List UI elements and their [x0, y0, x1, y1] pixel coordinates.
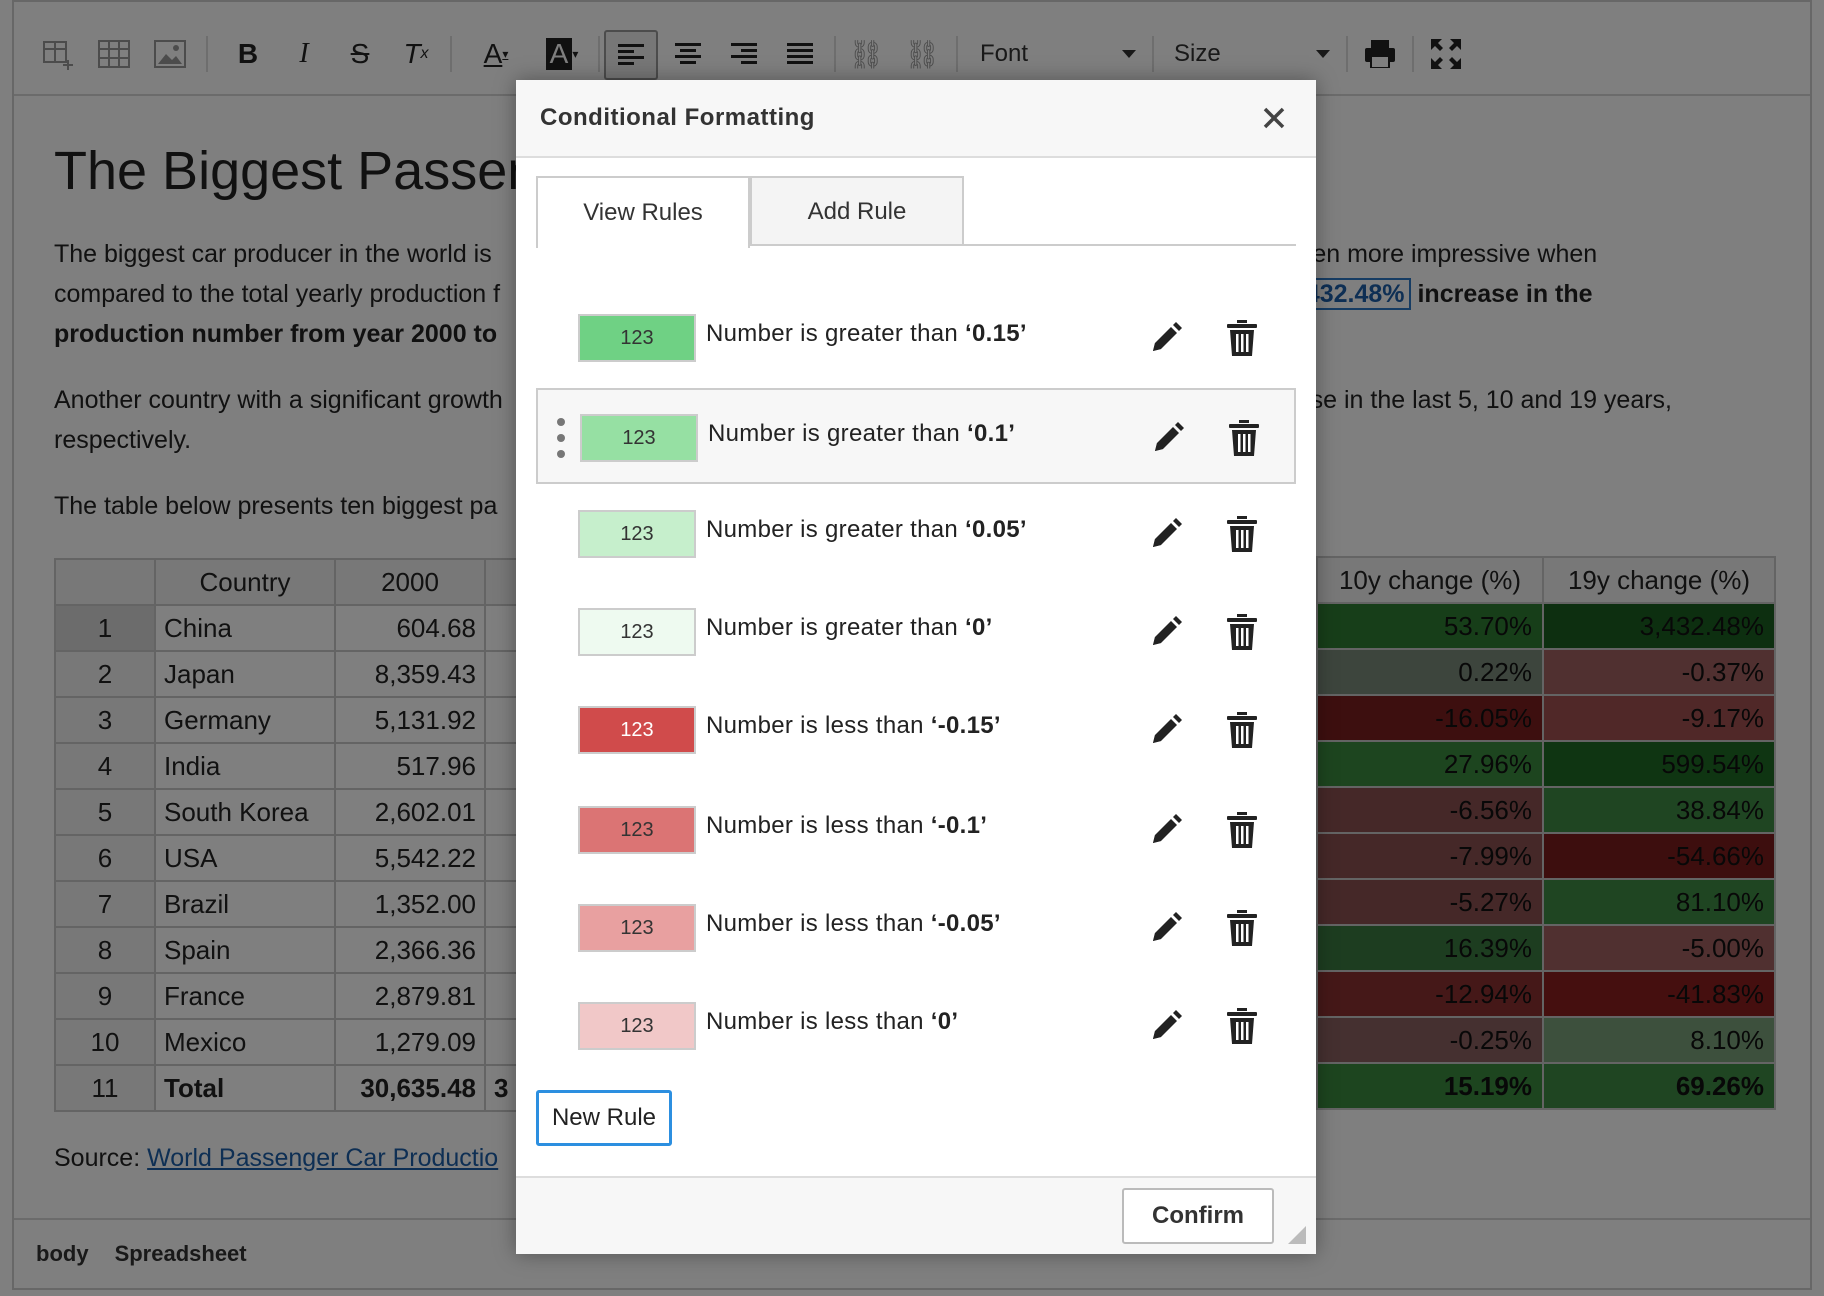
drag-handle-icon[interactable] [556, 418, 566, 458]
dialog-footer: Confirm [516, 1176, 1316, 1254]
rule-row[interactable]: 123 Number is greater than ‘0.1’ [536, 388, 1296, 484]
rule-color-swatch: 123 [578, 904, 696, 952]
rule-color-swatch: 123 [578, 806, 696, 854]
rule-color-swatch: 123 [580, 414, 698, 462]
rule-description: Number is less than ‘-0.15’ [706, 712, 1001, 739]
rule-row[interactable]: 123 Number is less than ‘-0.15’ [536, 682, 1296, 778]
new-rule-button[interactable]: New Rule [536, 1090, 672, 1146]
delete-icon[interactable] [1220, 610, 1264, 654]
delete-icon[interactable] [1220, 316, 1264, 360]
resize-handle-icon[interactable] [1288, 1226, 1306, 1244]
delete-icon[interactable] [1220, 808, 1264, 852]
rule-row[interactable]: 123 Number is greater than ‘0’ [536, 584, 1296, 680]
rule-description: Number is greater than ‘0’ [706, 614, 993, 641]
delete-icon[interactable] [1220, 708, 1264, 752]
rule-row[interactable]: 123 Number is less than ‘0’ [536, 978, 1296, 1074]
conditional-formatting-dialog: Conditional Formatting View Rules Add Ru… [516, 80, 1316, 1254]
delete-icon[interactable] [1222, 416, 1266, 460]
rule-color-swatch: 123 [578, 510, 696, 558]
rule-description: Number is less than ‘-0.05’ [706, 910, 1001, 937]
rule-color-swatch: 123 [578, 608, 696, 656]
edit-icon[interactable] [1146, 416, 1190, 460]
edit-icon[interactable] [1144, 512, 1188, 556]
dialog-title: Conditional Formatting [540, 104, 815, 131]
rule-color-swatch: 123 [578, 1002, 696, 1050]
rule-description: Number is greater than ‘0.1’ [708, 420, 1016, 447]
rule-description: Number is greater than ‘0.15’ [706, 320, 1027, 347]
rule-color-swatch: 123 [578, 706, 696, 754]
delete-icon[interactable] [1220, 906, 1264, 950]
confirm-button[interactable]: Confirm [1122, 1188, 1274, 1244]
edit-icon[interactable] [1144, 316, 1188, 360]
delete-icon[interactable] [1220, 1004, 1264, 1048]
rule-description: Number is greater than ‘0.05’ [706, 516, 1027, 543]
delete-icon[interactable] [1220, 512, 1264, 556]
rule-row[interactable]: 123 Number is greater than ‘0.05’ [536, 486, 1296, 582]
edit-icon[interactable] [1144, 708, 1188, 752]
rule-color-swatch: 123 [578, 314, 696, 362]
rule-description: Number is less than ‘-0.1’ [706, 812, 988, 839]
tab-add-rule[interactable]: Add Rule [750, 176, 964, 246]
rule-row[interactable]: 123 Number is less than ‘-0.1’ [536, 782, 1296, 878]
edit-icon[interactable] [1144, 610, 1188, 654]
dialog-tabs: View Rules Add Rule [536, 176, 1296, 248]
rule-description: Number is less than ‘0’ [706, 1008, 959, 1035]
tab-view-rules[interactable]: View Rules [536, 176, 750, 248]
edit-icon[interactable] [1144, 1004, 1188, 1048]
rule-row[interactable]: 123 Number is less than ‘-0.05’ [536, 880, 1296, 976]
dialog-header: Conditional Formatting [516, 80, 1316, 158]
edit-icon[interactable] [1144, 808, 1188, 852]
edit-icon[interactable] [1144, 906, 1188, 950]
rule-row[interactable]: 123 Number is greater than ‘0.15’ [536, 290, 1296, 386]
close-icon[interactable] [1256, 100, 1292, 136]
